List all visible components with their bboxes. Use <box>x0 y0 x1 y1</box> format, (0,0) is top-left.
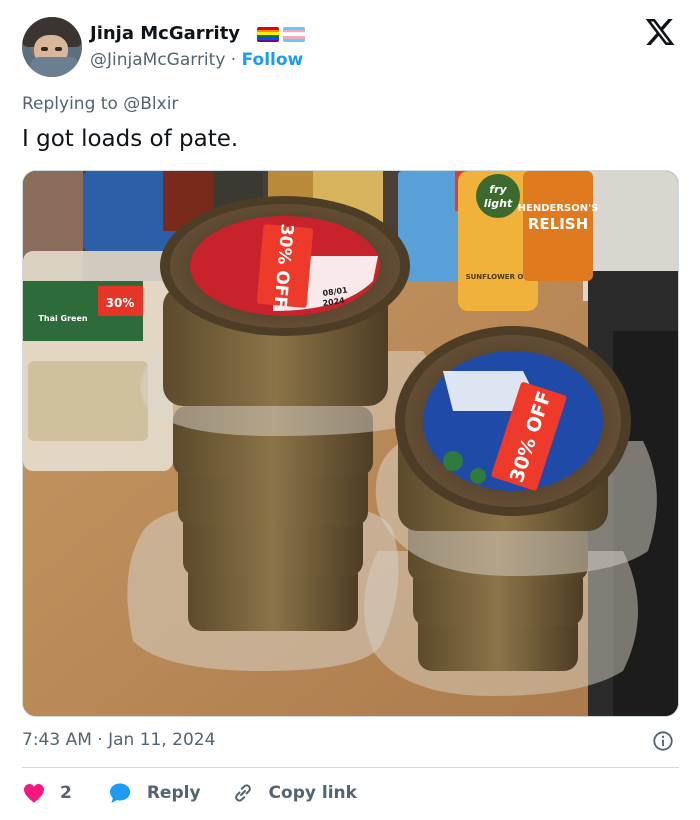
like-count: 2 <box>60 783 72 803</box>
reply-button[interactable]: Reply <box>107 781 201 805</box>
svg-text:fry: fry <box>489 183 507 196</box>
right-tin-stack: 30% OFF <box>364 326 657 696</box>
reply-label: Reply <box>146 783 201 803</box>
svg-text:RELISH: RELISH <box>528 215 588 233</box>
action-bar: 2 Reply Copy link <box>22 780 357 806</box>
tweet-photo[interactable]: fry light SUNFLOWER OIL HENDERSON'S RELI… <box>22 170 679 717</box>
timestamp-date: Jan 11, 2024 <box>108 730 216 750</box>
copy-link-label: Copy link <box>268 783 357 803</box>
link-icon <box>234 784 251 802</box>
copy-link-button[interactable]: Copy link <box>231 781 357 805</box>
author-handle[interactable]: @JinjaMcGarrity <box>90 50 225 70</box>
divider <box>22 767 679 768</box>
svg-text:30%: 30% <box>106 296 135 310</box>
heart-icon <box>24 784 44 803</box>
svg-text:SUNFLOWER OIL: SUNFLOWER OIL <box>466 273 531 281</box>
transgender-flag-icon <box>283 27 305 42</box>
svg-text:HENDERSON'S: HENDERSON'S <box>518 203 599 214</box>
svg-text:light: light <box>484 197 513 210</box>
pate-tins-photo: fry light SUNFLOWER OIL HENDERSON'S RELI… <box>23 171 678 716</box>
author-display-name[interactable]: Jinja McGarrity <box>90 23 240 45</box>
follow-button[interactable]: Follow <box>242 50 304 70</box>
tweet-text: I got loads of pate. <box>22 126 239 152</box>
timestamp-time: 7:43 AM <box>22 730 92 750</box>
timestamp-separator: · <box>97 730 103 750</box>
x-logo-icon[interactable] <box>643 16 677 48</box>
handle-separator: · <box>230 50 237 70</box>
replying-to: Replying to @Blxir <box>22 94 178 114</box>
like-button[interactable]: 2 <box>22 781 72 805</box>
timestamp[interactable]: 7:43 AM · Jan 11, 2024 <box>22 730 215 750</box>
svg-text:Thai Green: Thai Green <box>38 314 87 323</box>
replying-to-prefix: Replying to <box>22 94 124 114</box>
tweet-card: Jinja McGarrity @JinjaMcGarrity · Follow… <box>0 0 700 820</box>
avatar[interactable] <box>22 17 82 77</box>
reply-mention-link[interactable]: @Blxir <box>123 94 178 114</box>
speech-bubble-icon <box>109 783 130 803</box>
info-icon[interactable] <box>652 730 674 752</box>
author-handle-row: @JinjaMcGarrity · Follow <box>90 49 303 71</box>
flag-emojis <box>257 27 305 42</box>
rainbow-flag-icon <box>257 27 279 42</box>
